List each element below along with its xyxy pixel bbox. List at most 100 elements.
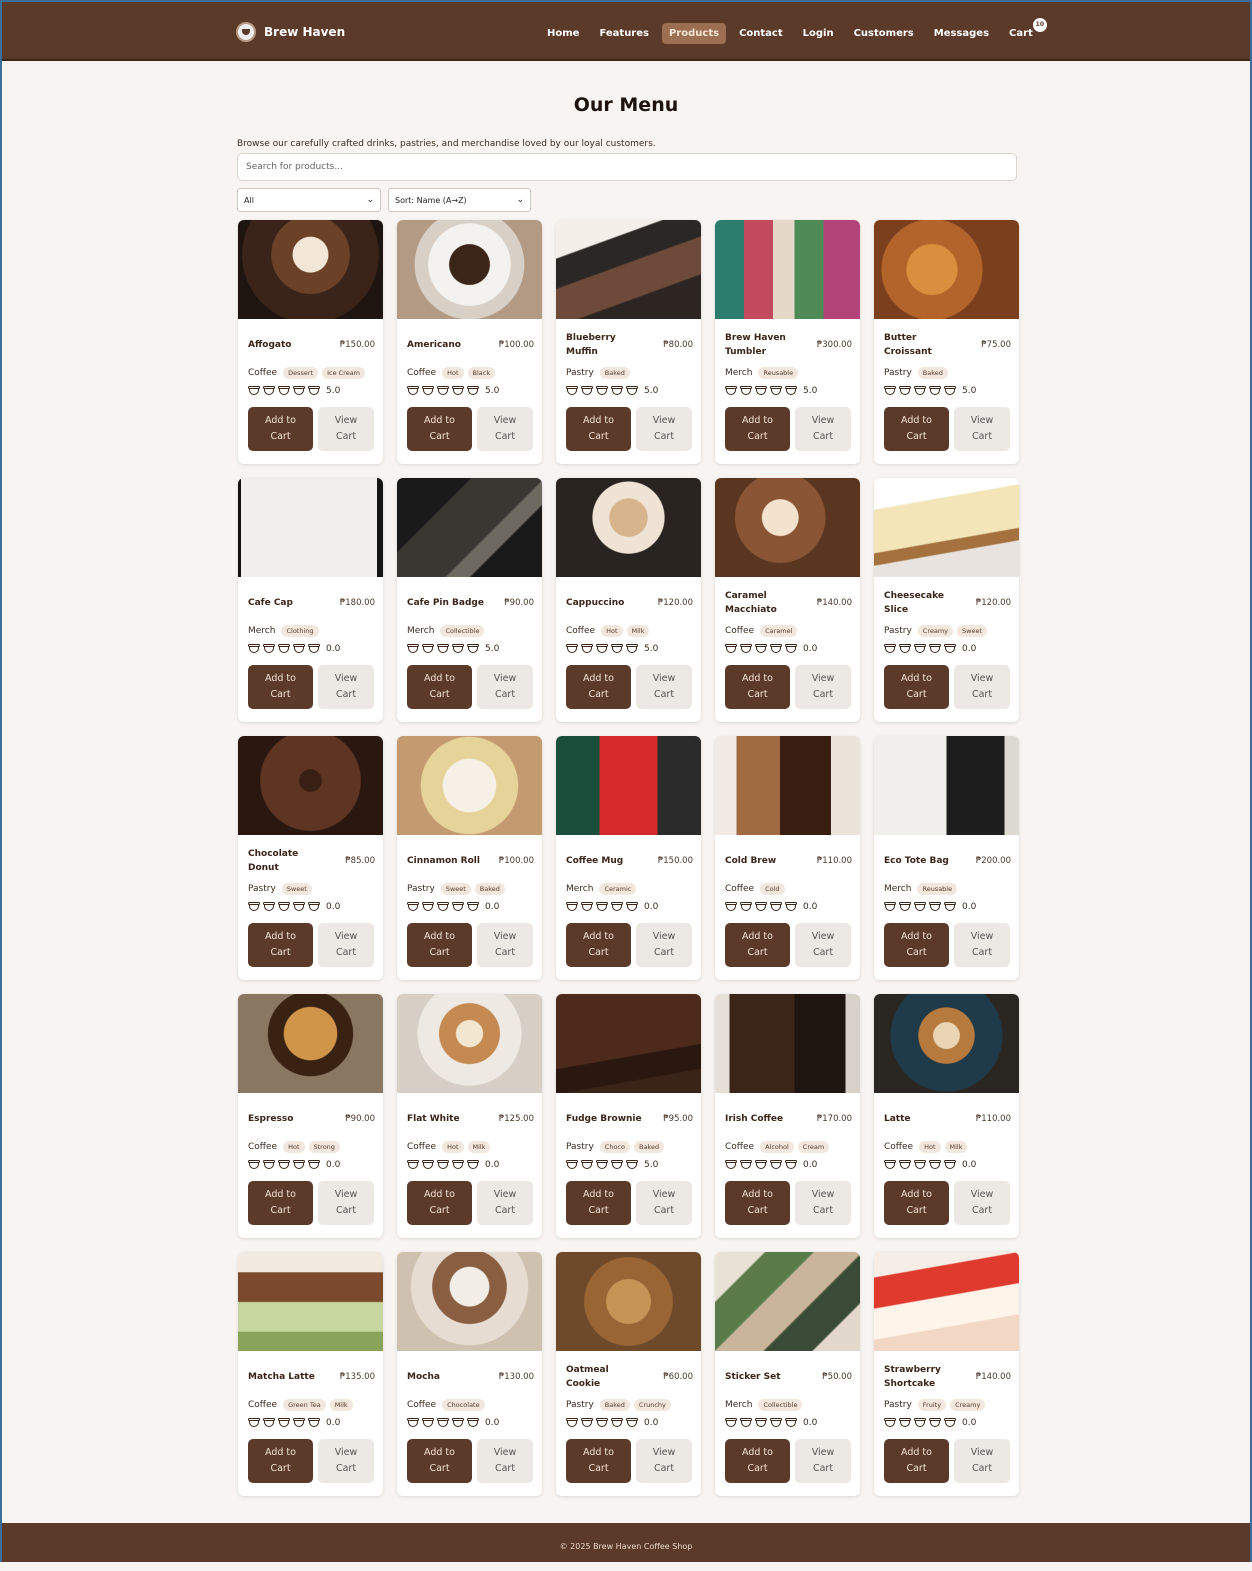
view-cart-button[interactable]: View Cart xyxy=(795,665,851,709)
add-to-cart-button[interactable]: Add to Cart xyxy=(407,923,472,967)
add-to-cart-button[interactable]: Add to Cart xyxy=(725,1439,790,1483)
product-name: Cappuccino xyxy=(566,598,625,608)
add-to-cart-button[interactable]: Add to Cart xyxy=(566,923,631,967)
product-meta: Pastry Fruity Creamy xyxy=(884,1399,986,1411)
add-to-cart-button[interactable]: Add to Cart xyxy=(566,1439,631,1483)
rating-score: 0.0 xyxy=(803,643,818,654)
add-to-cart-button[interactable]: Add to Cart xyxy=(884,407,949,451)
add-to-cart-button[interactable]: Add to Cart xyxy=(248,407,313,451)
nav-cart[interactable]: Cart 10 xyxy=(1002,16,1048,44)
view-cart-button[interactable]: View Cart xyxy=(795,1439,851,1483)
product-image xyxy=(397,1252,542,1351)
nav-messages[interactable]: Messages xyxy=(927,23,996,44)
nav-products[interactable]: Products xyxy=(661,22,727,44)
add-to-cart-button[interactable]: Add to Cart xyxy=(725,923,790,967)
product-price: ₱120.00 xyxy=(657,598,693,608)
product-card: Cappuccino ₱120.00 Coffee Hot Milk 5.0 Ad… xyxy=(556,478,701,722)
view-cart-button[interactable]: View Cart xyxy=(477,1181,533,1225)
product-price: ₱60.00 xyxy=(663,1372,693,1382)
nav-login[interactable]: Login xyxy=(796,23,841,44)
view-cart-button[interactable]: View Cart xyxy=(318,1439,374,1483)
view-cart-button[interactable]: View Cart xyxy=(477,923,533,967)
view-cart-button[interactable]: View Cart xyxy=(318,923,374,967)
product-price: ₱140.00 xyxy=(816,598,852,608)
nav-home[interactable]: Home xyxy=(540,23,586,44)
add-to-cart-button[interactable]: Add to Cart xyxy=(884,923,949,967)
rating: 0.0 xyxy=(407,901,499,912)
coffee-cup-icon xyxy=(248,901,260,912)
view-cart-button[interactable]: View Cart xyxy=(477,407,533,451)
view-cart-button[interactable]: View Cart xyxy=(954,923,1010,967)
view-cart-button[interactable]: View Cart xyxy=(636,1439,692,1483)
coffee-cup-icon xyxy=(407,901,419,912)
add-to-cart-button[interactable]: Add to Cart xyxy=(884,665,949,709)
coffee-cup-icon xyxy=(407,1159,419,1170)
product-image xyxy=(556,220,701,319)
product-tag: Baked xyxy=(474,883,505,895)
add-to-cart-button[interactable]: Add to Cart xyxy=(248,665,313,709)
view-cart-button[interactable]: View Cart xyxy=(477,1439,533,1483)
search-input[interactable] xyxy=(237,153,1017,181)
add-to-cart-button[interactable]: Add to Cart xyxy=(725,407,790,451)
view-cart-button[interactable]: View Cart xyxy=(636,923,692,967)
product-meta: Coffee Green Tea Milk xyxy=(248,1399,353,1411)
view-cart-button[interactable]: View Cart xyxy=(636,1181,692,1225)
coffee-cup-icon xyxy=(467,385,479,396)
add-to-cart-button[interactable]: Add to Cart xyxy=(884,1439,949,1483)
nav-features[interactable]: Features xyxy=(592,23,656,44)
product-price: ₱180.00 xyxy=(339,598,375,608)
coffee-cup-icon xyxy=(596,901,608,912)
add-to-cart-button[interactable]: Add to Cart xyxy=(566,407,631,451)
add-to-cart-button[interactable]: Add to Cart xyxy=(407,407,472,451)
product-category: Coffee xyxy=(248,368,278,378)
product-card: Brew Haven Tumbler ₱300.00 Merch Reusabl… xyxy=(715,220,860,464)
brand[interactable]: Brew Haven xyxy=(236,21,345,43)
view-cart-button[interactable]: View Cart xyxy=(795,1181,851,1225)
add-to-cart-button[interactable]: Add to Cart xyxy=(566,665,631,709)
add-to-cart-button[interactable]: Add to Cart xyxy=(407,1439,472,1483)
add-to-cart-button[interactable]: Add to Cart xyxy=(725,665,790,709)
category-filter-select[interactable]: All ⌄ xyxy=(237,188,381,212)
add-to-cart-button[interactable]: Add to Cart xyxy=(248,923,313,967)
add-to-cart-button[interactable]: Add to Cart xyxy=(248,1181,313,1225)
view-cart-button[interactable]: View Cart xyxy=(318,407,374,451)
nav-contact[interactable]: Contact xyxy=(732,23,790,44)
nav-customers[interactable]: Customers xyxy=(847,23,921,44)
add-to-cart-button[interactable]: Add to Cart xyxy=(884,1181,949,1225)
add-to-cart-button[interactable]: Add to Cart xyxy=(407,665,472,709)
product-image xyxy=(397,994,542,1093)
rating-score: 0.0 xyxy=(962,901,977,912)
view-cart-button[interactable]: View Cart xyxy=(636,665,692,709)
rating-score: 0.0 xyxy=(962,1159,977,1170)
view-cart-button[interactable]: View Cart xyxy=(795,407,851,451)
view-cart-button[interactable]: View Cart xyxy=(954,1181,1010,1225)
add-to-cart-button[interactable]: Add to Cart xyxy=(566,1181,631,1225)
coffee-cup-icon xyxy=(611,1417,623,1428)
add-to-cart-button[interactable]: Add to Cart xyxy=(407,1181,472,1225)
coffee-cup-icon xyxy=(770,385,782,396)
coffee-cup-icon xyxy=(944,385,956,396)
coffee-cup-icon xyxy=(566,1159,578,1170)
coffee-cup-icon xyxy=(293,385,305,396)
view-cart-button[interactable]: View Cart xyxy=(954,1439,1010,1483)
view-cart-button[interactable]: View Cart xyxy=(954,665,1010,709)
rating: 5.0 xyxy=(566,385,658,396)
view-cart-button[interactable]: View Cart xyxy=(318,665,374,709)
coffee-cup-icon xyxy=(566,385,578,396)
view-cart-button[interactable]: View Cart xyxy=(477,665,533,709)
view-cart-button[interactable]: View Cart xyxy=(795,923,851,967)
product-card: Cold Brew ₱110.00 Coffee Cold 0.0 Add to… xyxy=(715,736,860,980)
add-to-cart-button[interactable]: Add to Cart xyxy=(248,1439,313,1483)
product-tag: Creamy xyxy=(950,1399,986,1411)
view-cart-button[interactable]: View Cart xyxy=(954,407,1010,451)
coffee-cup-icon xyxy=(248,1159,260,1170)
add-to-cart-button[interactable]: Add to Cart xyxy=(725,1181,790,1225)
sort-select[interactable]: Sort: Name (A→Z) ⌄ xyxy=(388,188,531,212)
product-image xyxy=(874,736,1019,835)
coffee-cup-icon xyxy=(899,1417,911,1428)
view-cart-button[interactable]: View Cart xyxy=(636,407,692,451)
view-cart-button[interactable]: View Cart xyxy=(318,1181,374,1225)
product-tag: Ceramic xyxy=(599,883,637,895)
product-grid: Affogato ₱150.00 Coffee Dessert Ice Cream… xyxy=(238,220,1023,1496)
coffee-cup-icon xyxy=(437,643,449,654)
